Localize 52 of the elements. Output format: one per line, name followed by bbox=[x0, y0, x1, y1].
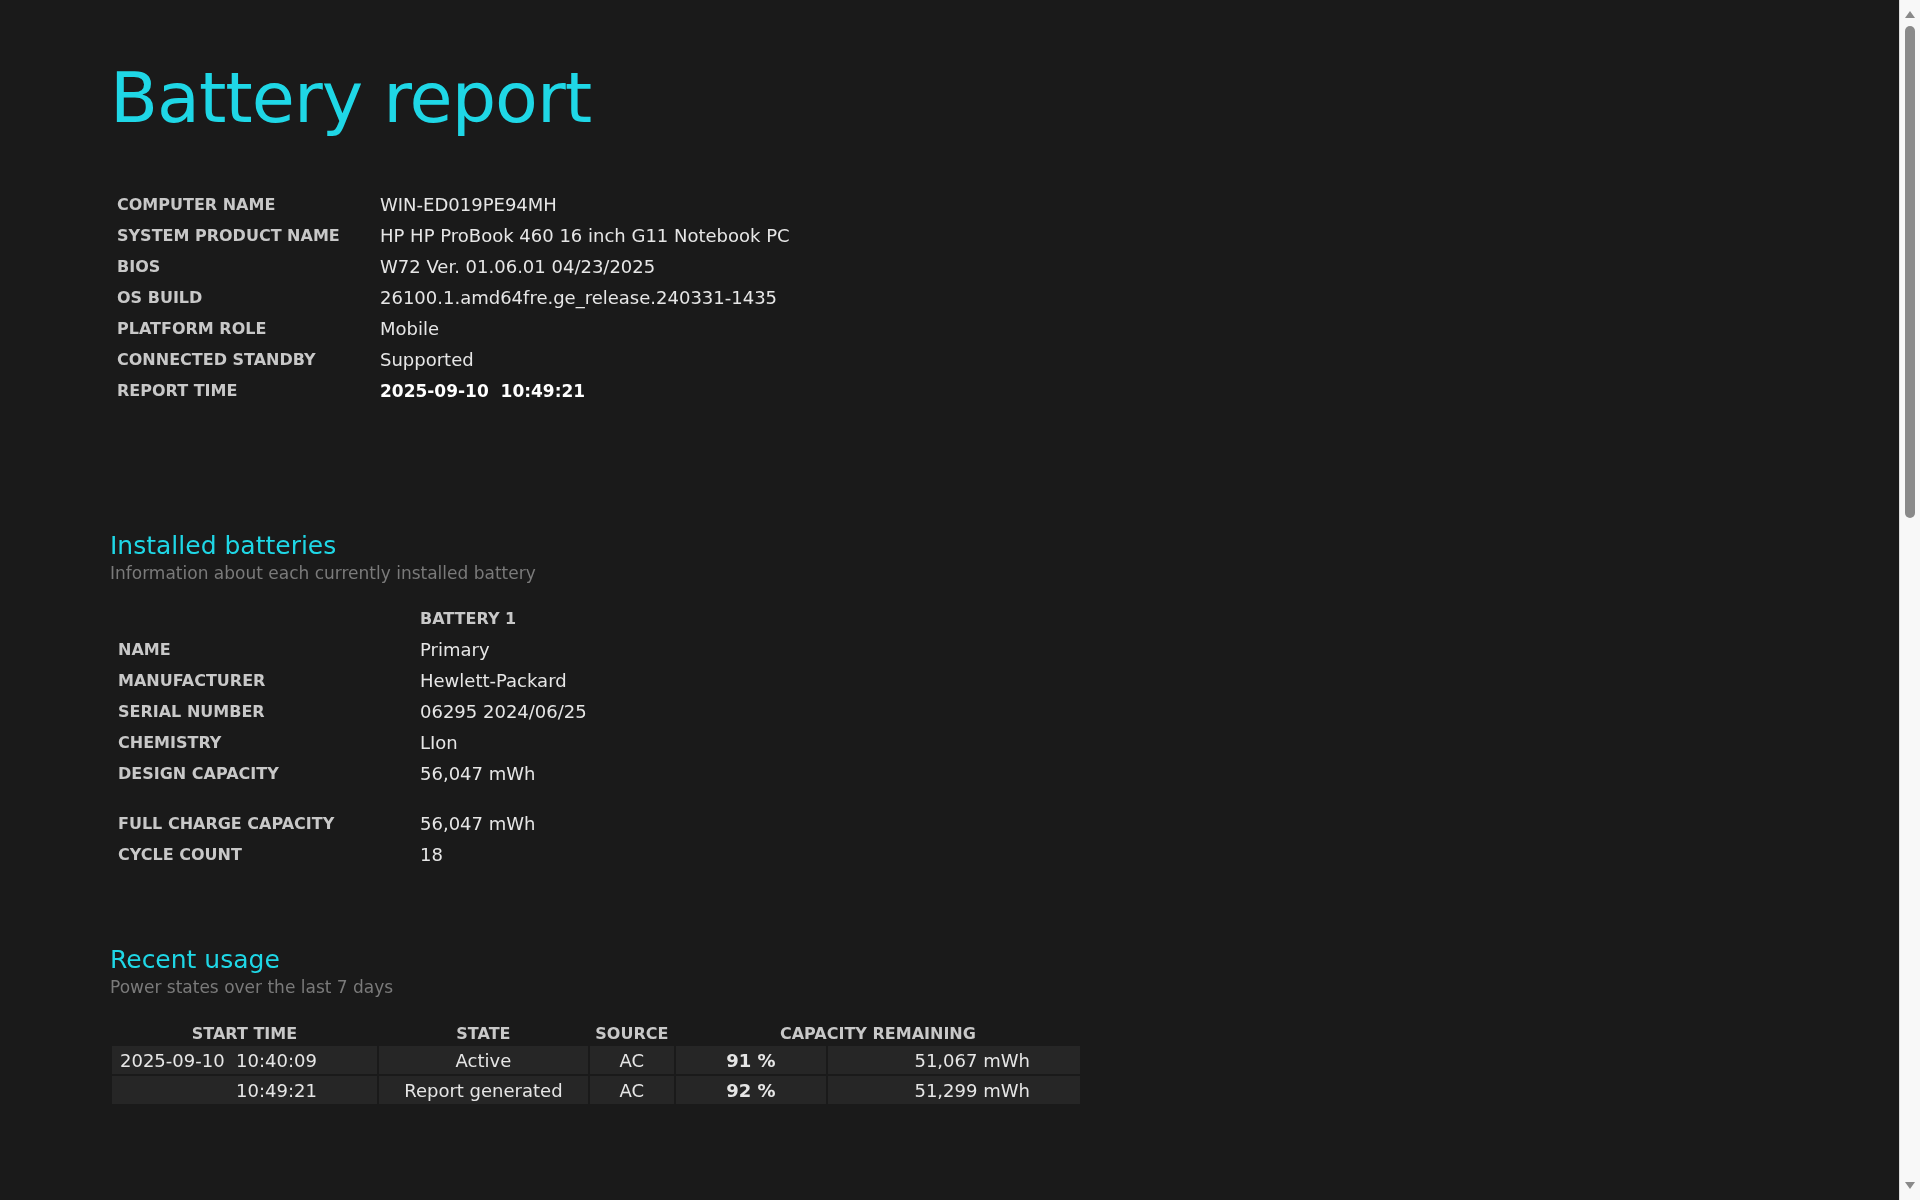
info-label: REPORT TIME bbox=[117, 380, 239, 402]
info-label: COMPUTER NAME bbox=[117, 194, 277, 216]
scroll-up-icon[interactable] bbox=[1904, 9, 1916, 19]
battery-value: 56,047 mWh bbox=[420, 813, 537, 835]
info-value: WIN-ED019PE94MH bbox=[380, 194, 558, 216]
scrollbar[interactable] bbox=[1899, 0, 1920, 1200]
column-header: CAPACITY REMAINING bbox=[778, 1022, 977, 1044]
info-value: W72 Ver. 01.06.01 04/23/2025 bbox=[380, 256, 657, 278]
info-label: CONNECTED STANDBY bbox=[117, 349, 317, 371]
battery-label: CHEMISTRY bbox=[118, 732, 223, 754]
table-cell: 92 % bbox=[675, 1076, 826, 1104]
battery-label: NAME bbox=[118, 639, 172, 661]
table-cell: 10:49:21 bbox=[112, 1076, 377, 1104]
table-cell: 2025-09-10 10:40:09 bbox=[112, 1046, 377, 1074]
info-label: PLATFORM ROLE bbox=[117, 318, 268, 340]
section-subtitle: Information about each currently installed battery bbox=[110, 562, 537, 584]
table-cell: AC bbox=[589, 1076, 674, 1104]
battery-label: CYCLE COUNT bbox=[118, 844, 243, 866]
report-title: Battery report bbox=[110, 56, 593, 140]
battery-value: LIon bbox=[420, 732, 459, 754]
battery-label: DESIGN CAPACITY bbox=[118, 763, 280, 785]
battery-label: SERIAL NUMBER bbox=[118, 701, 266, 723]
table-cell: 51,067 mWh bbox=[827, 1046, 1080, 1074]
scroll-down-icon[interactable] bbox=[1904, 1181, 1916, 1191]
table-cell: 91 % bbox=[675, 1046, 826, 1074]
info-value: HP HP ProBook 460 16 inch G11 Notebook PC bbox=[380, 225, 790, 247]
info-value: 26100.1.amd64fre.ge_release.240331-1435 bbox=[380, 287, 779, 309]
info-label: SYSTEM PRODUCT NAME bbox=[117, 225, 341, 247]
column-header: SOURCE bbox=[594, 1022, 670, 1044]
info-value: Supported bbox=[380, 349, 475, 371]
table-cell: 51,299 mWh bbox=[827, 1076, 1080, 1104]
battery-value: 18 bbox=[420, 844, 444, 866]
column-header: STATE bbox=[455, 1022, 512, 1044]
table-cell: Active bbox=[378, 1046, 588, 1074]
column-header: START TIME bbox=[190, 1022, 299, 1044]
info-label: BIOS bbox=[117, 256, 162, 278]
section-subtitle: Power states over the last 7 days bbox=[110, 976, 395, 998]
info-label: OS BUILD bbox=[117, 287, 204, 309]
section-heading: Recent usage bbox=[110, 944, 281, 976]
battery-value: Primary bbox=[420, 639, 491, 661]
info-value: Mobile bbox=[380, 318, 441, 340]
table-cell: AC bbox=[589, 1046, 674, 1074]
table-cell: Report generated bbox=[378, 1076, 588, 1104]
battery-label: MANUFACTURER bbox=[118, 670, 267, 692]
column-header: BATTERY 1 bbox=[420, 608, 518, 630]
battery-value: 06295 2024/06/25 bbox=[420, 701, 587, 723]
battery-value: 56,047 mWh bbox=[420, 763, 537, 785]
section-heading: Installed batteries bbox=[110, 530, 338, 562]
info-value: 2025-09-10 10:49:21 bbox=[380, 380, 587, 402]
scrollbar-thumb[interactable] bbox=[1905, 26, 1915, 518]
battery-value: Hewlett-Packard bbox=[420, 670, 568, 692]
battery-label: FULL CHARGE CAPACITY bbox=[118, 813, 336, 835]
